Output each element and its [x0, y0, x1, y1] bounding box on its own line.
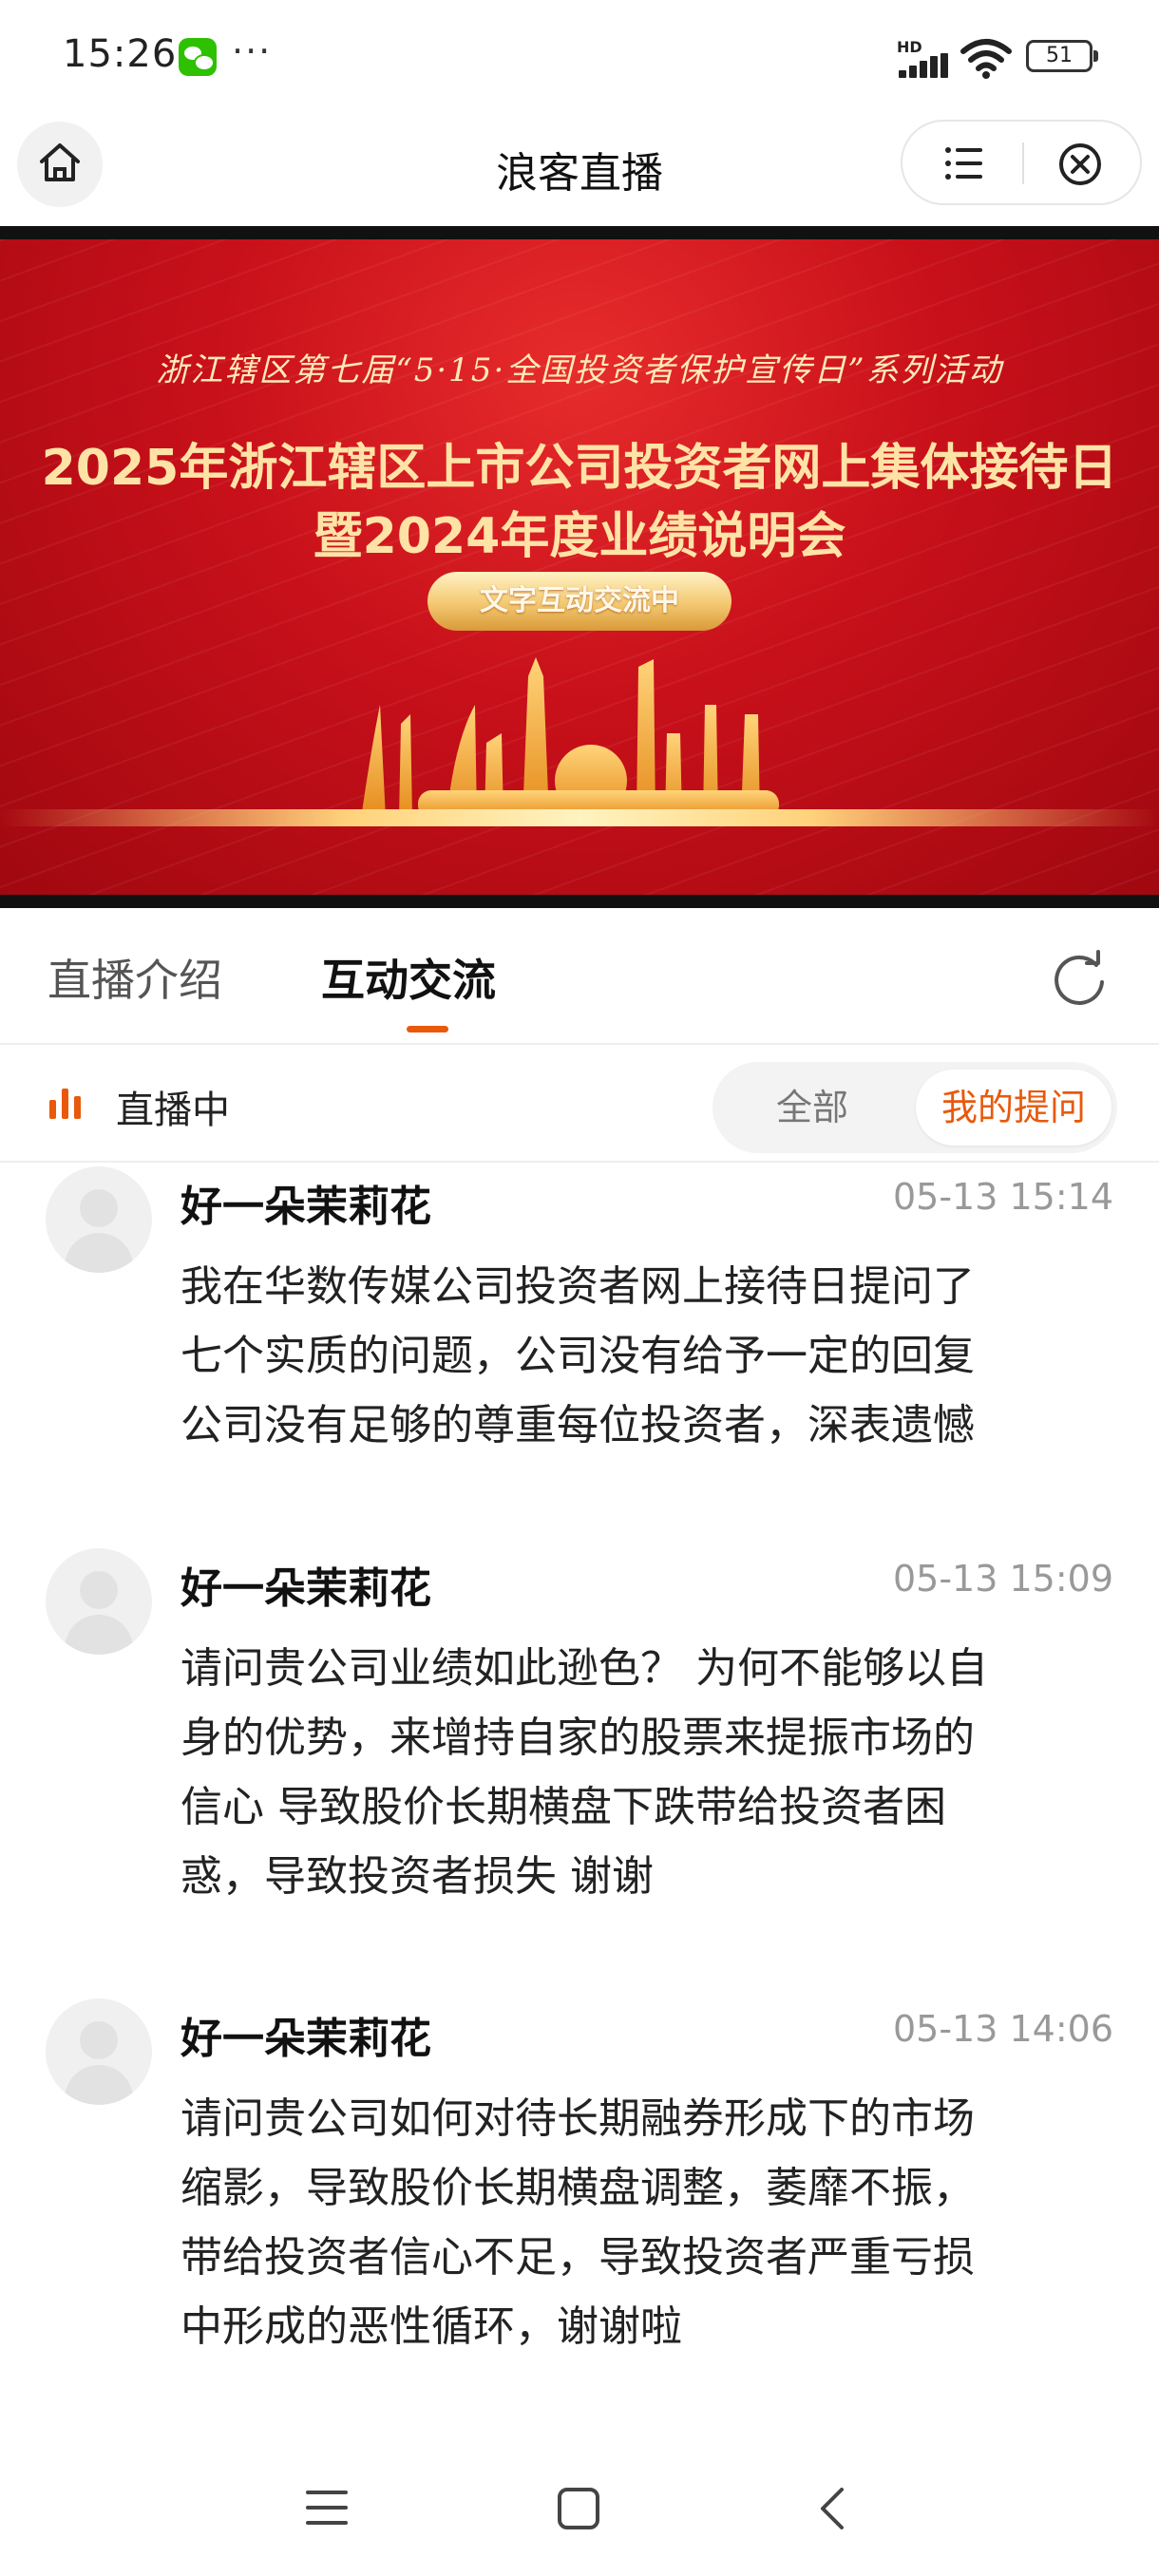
message-time: 05-13 15:14: [892, 1176, 1113, 1218]
capsule-divider: [1022, 142, 1024, 184]
tab-live-intro[interactable]: 直播介绍: [48, 946, 222, 1009]
message-line: 请问贵公司业绩如此逊色？ 为何不能够以自: [180, 1644, 988, 1693]
message-author: 好一朵茉莉花: [180, 2015, 431, 2063]
message-text: 请问贵公司如何对待长期融券形成下的市场 缩影，导致股价长期横盘调整，萎靡不振， …: [180, 2084, 1064, 2361]
home-square-icon[interactable]: [557, 2487, 600, 2530]
miniprogram-capsule: [901, 120, 1142, 205]
message-line: 缩影，导致股价长期横盘调整，萎靡不振，: [180, 2164, 975, 2212]
message-line: 我在华数传媒公司投资者网上接待日提问了: [180, 1262, 975, 1311]
question-filter-toggle: 全部 我的提问: [712, 1062, 1117, 1153]
active-tab-indicator: [407, 1026, 448, 1032]
banner-subtitle: 浙江辖区第七届“5·15·全国投资者保护宣传日”系列活动: [156, 351, 1003, 389]
message-line: 七个实质的问题，公司没有给予一定的回复: [180, 1332, 975, 1380]
system-nav-bar: [0, 2451, 1159, 2576]
filter-my-questions-button[interactable]: 我的提问: [916, 1070, 1112, 1146]
filter-all-button[interactable]: 全部: [712, 1062, 912, 1153]
banner-horizon-glow: [0, 809, 1159, 826]
battery-icon: 51: [1026, 40, 1098, 72]
message-time: 05-13 15:09: [892, 1558, 1113, 1600]
menu-list-icon[interactable]: [944, 144, 984, 182]
avatar: [46, 1548, 152, 1655]
banner-title-line1: 2025年浙江辖区上市公司投资者网上集体接待日: [41, 440, 1118, 497]
wechat-icon: [179, 38, 217, 76]
list-item: 好一朵茉莉花 05-13 15:09 请问贵公司业绩如此逊色？ 为何不能够以自 …: [0, 1548, 1159, 1928]
refresh-icon[interactable]: [1049, 948, 1110, 1009]
more-notifications-icon: ···: [232, 30, 273, 72]
recent-apps-icon[interactable]: [306, 2489, 348, 2527]
signal-icon: [899, 53, 950, 78]
message-line: 中形成的恶性循环，谢谢啦: [180, 2302, 682, 2351]
banner-title-line2: 暨2024年度业绩说明会: [313, 508, 846, 565]
status-bar: 15:26 ··· HD 51: [0, 0, 1159, 112]
wifi-icon: [960, 39, 1012, 79]
live-status-row: 直播中 全部 我的提问: [0, 1045, 1159, 1163]
message-line: 公司没有足够的尊重每位投资者，深表遗憾: [180, 1401, 975, 1449]
list-item: 好一朵茉莉花 05-13 15:14 我在华数传媒公司投资者网上接待日提问了 七…: [0, 1166, 1159, 1480]
tab-bar: 直播介绍 互动交流: [0, 908, 1159, 1045]
tab-interaction[interactable]: 互动交流: [321, 946, 496, 1009]
list-item: 好一朵茉莉花 05-13 14:06 请问贵公司如何对待长期融券形成下的市场 缩…: [0, 1998, 1159, 2378]
city-skyline-icon: [361, 657, 779, 819]
message-author: 好一朵茉莉花: [180, 1564, 431, 1613]
message-time: 05-13 14:06: [892, 2008, 1113, 2050]
avatar: [46, 1166, 152, 1273]
title-bar: 浪客直播: [0, 112, 1159, 226]
message-text: 我在华数传媒公司投资者网上接待日提问了 七个实质的问题，公司没有给予一定的回复 …: [180, 1252, 1064, 1460]
message-text: 请问贵公司业绩如此逊色？ 为何不能够以自 身的优势，来增持自家的股票来提振市场的…: [180, 1634, 1064, 1911]
live-status-label: 直播中: [116, 1089, 230, 1132]
message-line: 身的优势，来增持自家的股票来提振市场的: [180, 1714, 975, 1762]
banner-image: 浙江辖区第七届“5·15·全国投资者保护宣传日”系列活动 2025年浙江辖区上市…: [0, 239, 1159, 895]
live-banner: 浙江辖区第七届“5·15·全国投资者保护宣传日”系列活动 2025年浙江辖区上市…: [0, 226, 1159, 908]
live-bars-icon: [49, 1087, 84, 1119]
message-line: 惑，导致投资者损失 谢谢: [180, 1852, 654, 1901]
close-circle-icon[interactable]: [1058, 142, 1102, 186]
message-line: 请问贵公司如何对待长期融券形成下的市场: [180, 2094, 975, 2143]
back-icon[interactable]: [817, 2487, 847, 2530]
message-line: 信心 导致股价长期横盘下跌带给投资者困: [180, 1783, 946, 1831]
status-time: 15:26: [63, 32, 178, 76]
banner-status-pill: 文字互动交流中: [428, 572, 732, 631]
message-line: 带给投资者信心不足，导致投资者严重亏损: [180, 2233, 975, 2282]
avatar: [46, 1998, 152, 2105]
message-author: 好一朵茉莉花: [180, 1183, 431, 1231]
